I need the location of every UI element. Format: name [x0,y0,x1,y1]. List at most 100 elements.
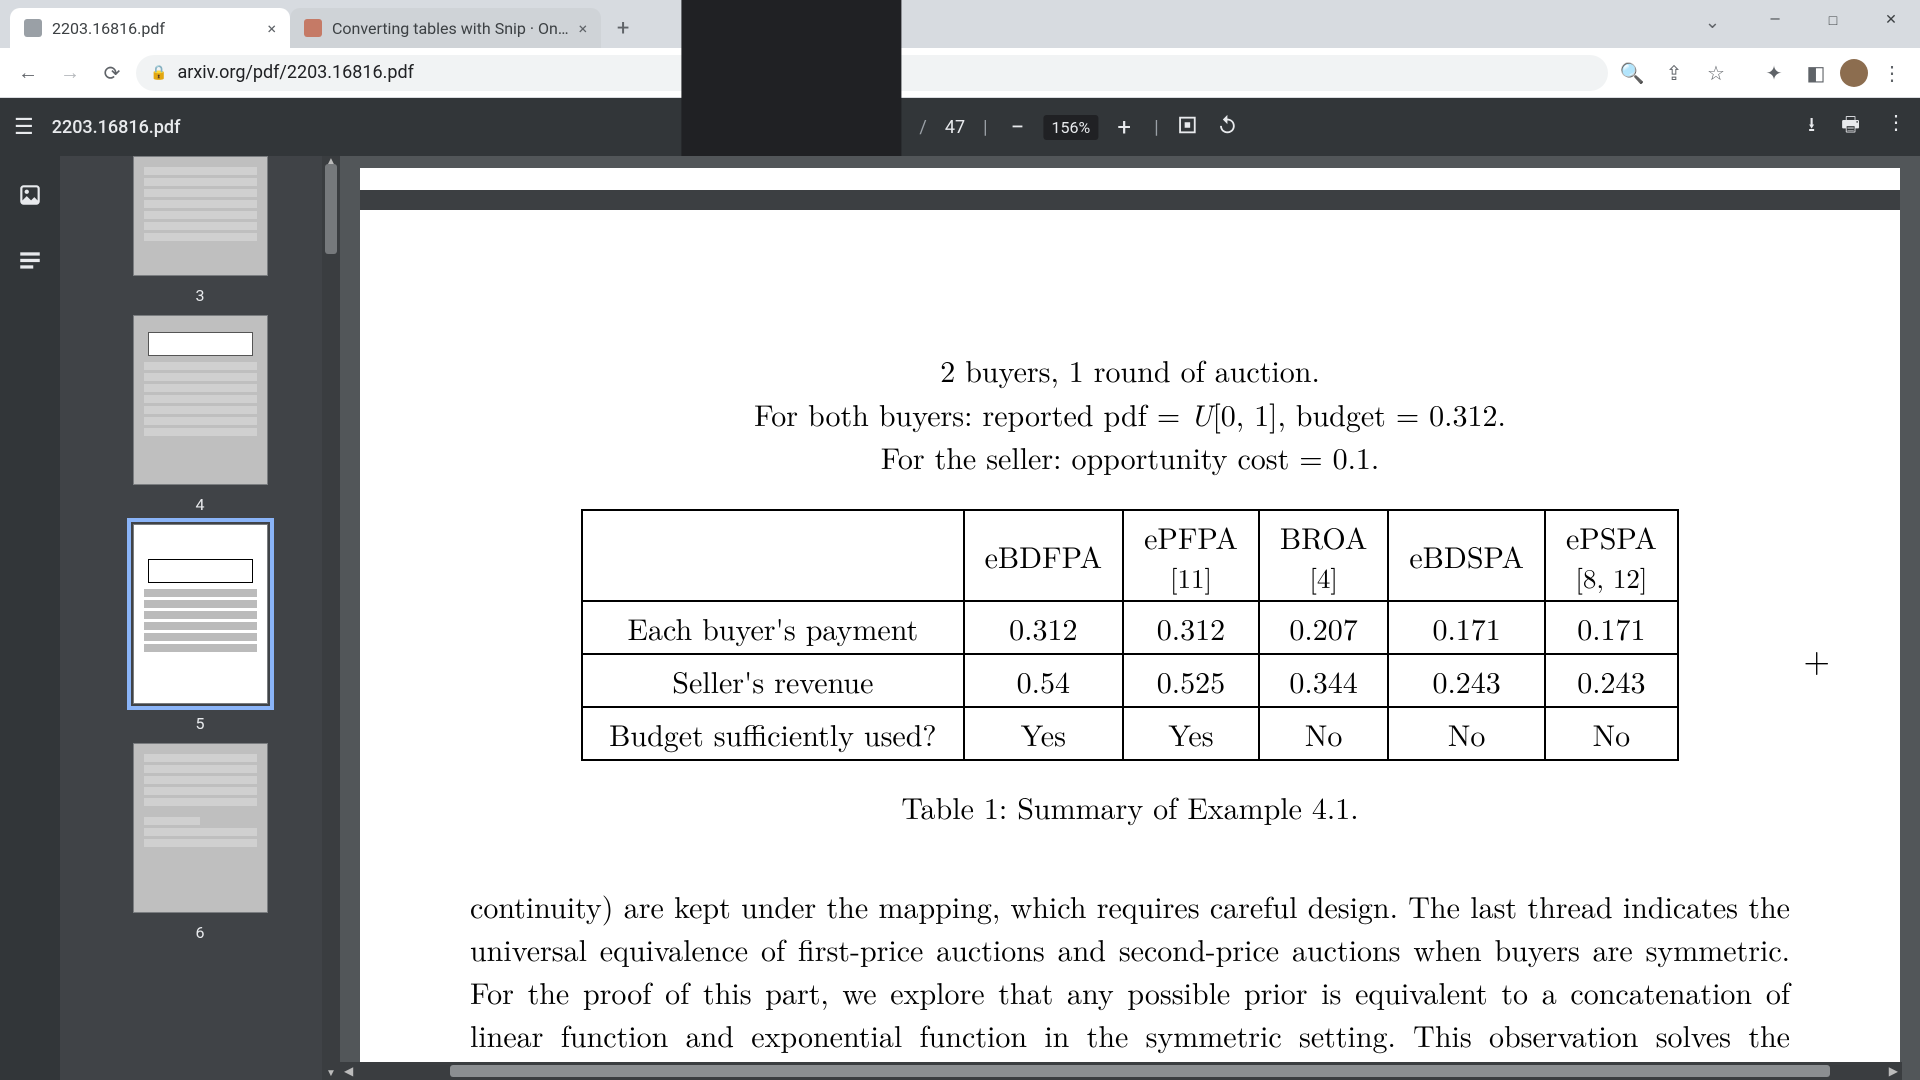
cell: 0.243 [1545,654,1678,707]
url-text: arxiv.org/pdf/2203.16816.pdf [177,62,413,83]
pdf-page: 2 buyers, 1 round of auction. For both b… [360,168,1900,1080]
scroll-right-icon[interactable]: ▶ [1889,1064,1898,1078]
col-header-main: ePFPA [1144,515,1238,558]
row-label: Each buyer's payment [582,601,963,654]
col-header-cite: [11] [1144,558,1238,596]
cell: 0.54 [964,654,1124,707]
cell: 0.312 [964,601,1124,654]
window-maximize-button[interactable]: □ [1804,0,1862,40]
cell: Yes [1123,707,1259,760]
divider: | [1154,117,1158,138]
thumbnail-label: 4 [196,495,205,514]
caption-line: 2 buyers, 1 round of auction. [470,348,1790,392]
col-header: eBDFPA [964,510,1124,601]
cell: 0.243 [1388,654,1545,707]
page-scroll-area[interactable]: 2 buyers, 1 round of auction. For both b… [340,156,1920,1080]
pdf-favicon-icon [24,19,42,37]
nav-back-button[interactable]: ← [10,55,46,91]
col-header-cite: [8, 12] [1566,558,1657,596]
pdf-more-menu-icon[interactable]: ⋮ [1886,110,1906,144]
scroll-left-icon[interactable]: ◀ [344,1064,353,1078]
browser-window: 2203.16816.pdf × Converting tables with … [0,0,1920,1080]
snip-favicon-icon [304,19,322,37]
col-header-cite: [4] [1280,558,1367,596]
pdf-filename: 2203.16816.pdf [52,117,181,138]
sidepanel-icon[interactable]: ◧ [1798,55,1834,91]
thumbnail-panel[interactable]: 3 4 5 6 ▲ ▼ [60,156,340,1080]
table-context: 2 buyers, 1 round of auction. For both b… [470,348,1790,479]
page-thumbnail[interactable] [133,315,268,485]
page-sep: / [919,117,926,138]
cell: 0.312 [1123,601,1259,654]
table-row: Seller's revenue 0.54 0.525 0.344 0.243 … [582,654,1678,707]
snip-cursor-icon: + [1804,634,1830,682]
extensions-puzzle-icon[interactable]: ✦ [1756,55,1792,91]
col-header: eBDSPA [1388,510,1545,601]
profile-avatar[interactable] [1840,59,1868,87]
thumbnails-rail-icon[interactable] [17,182,43,208]
page-thumbnail[interactable] [133,156,268,276]
col-header: BROA [4] [1259,510,1388,601]
zoom-in-button[interactable]: + [1112,113,1136,141]
cell: No [1388,707,1545,760]
left-rail [0,156,60,1080]
fit-page-icon[interactable] [1177,114,1199,141]
col-header-main: BROA [1280,515,1367,558]
page-total: 47 [945,117,965,138]
window-minimize-button[interactable]: — [1746,0,1804,40]
window-close-button[interactable]: ✕ [1862,0,1920,40]
thumbnail-label: 5 [196,714,205,733]
zoom-indicator-icon[interactable]: 🔍 [1614,55,1650,91]
zoom-out-button[interactable]: − [1005,113,1029,141]
share-icon[interactable]: ⇪ [1656,55,1692,91]
page-thumbnail-current[interactable] [133,524,268,704]
lock-icon: 🔒 [150,65,167,81]
scroll-grip[interactable] [325,164,337,254]
col-header: ePFPA [11] [1123,510,1259,601]
horizontal-scrollbar[interactable]: ◀ ▶ [340,1062,1902,1080]
table-caption: Table 1: Summary of Example 4.1. [470,785,1790,828]
caption-line: For both buyers: reported pdf = U[0, 1],… [470,392,1790,436]
thumbnail-scrollbar[interactable]: ▲ ▼ [322,156,340,1080]
thumbnail-label: 3 [196,286,205,305]
cell: 0.525 [1123,654,1259,707]
table-row: Budget sufficiently used? Yes Yes No No … [582,707,1678,760]
scroll-grip[interactable] [450,1065,1830,1077]
header-blank [582,510,963,601]
body-paragraph: continuity) are kept under the mapping, … [470,884,1790,1080]
col-header-main: ePSPA [1566,515,1657,558]
tabs-chevron-icon[interactable]: ⌄ [1705,12,1720,33]
download-icon[interactable]: ⭳ [1808,110,1815,144]
pdf-viewer: 3 4 5 6 ▲ ▼ 2 buyers, 1 [0,156,1920,1080]
cell: No [1545,707,1678,760]
tab-title: Converting tables with Snip · On… [332,19,569,38]
nav-forward-button[interactable]: → [52,55,88,91]
window-controls: — □ ✕ [1746,0,1920,40]
scroll-down-icon[interactable]: ▼ [325,1068,337,1080]
cell: No [1259,707,1388,760]
cell: 0.344 [1259,654,1388,707]
nav-reload-button[interactable]: ⟳ [94,55,130,91]
browser-menu-icon[interactable]: ⋮ [1874,55,1910,91]
zoom-value: 156% [1043,115,1098,140]
rotate-icon[interactable] [1217,114,1239,141]
close-tab-icon[interactable]: × [579,19,588,38]
pdf-toolbar: ☰ 2203.16816.pdf / 47 | − 156% + | ⭳ 🖶 ⋮ [0,98,1920,156]
row-label: Budget sufficiently used? [582,707,963,760]
new-tab-button[interactable]: + [607,12,639,44]
tab-snip[interactable]: Converting tables with Snip · On… × [290,8,601,48]
cell: Yes [964,707,1124,760]
page-thumbnail[interactable] [133,743,268,913]
hamburger-menu-icon[interactable]: ☰ [14,115,34,140]
results-table: eBDFPA ePFPA [11] BROA [4] eBDSPA ePSPA [581,509,1679,761]
caption-line: For the seller: opportunity cost = 0.1. [470,435,1790,479]
tab-title: 2203.16816.pdf [52,19,257,38]
bookmark-star-icon[interactable]: ☆ [1698,55,1734,91]
tab-pdf[interactable]: 2203.16816.pdf × [10,8,290,48]
close-tab-icon[interactable]: × [267,19,276,38]
print-icon[interactable]: 🖶 [1841,110,1860,144]
outline-rail-icon[interactable] [17,248,43,274]
divider: | [983,117,987,138]
col-header: ePSPA [8, 12] [1545,510,1678,601]
cell: 0.171 [1388,601,1545,654]
